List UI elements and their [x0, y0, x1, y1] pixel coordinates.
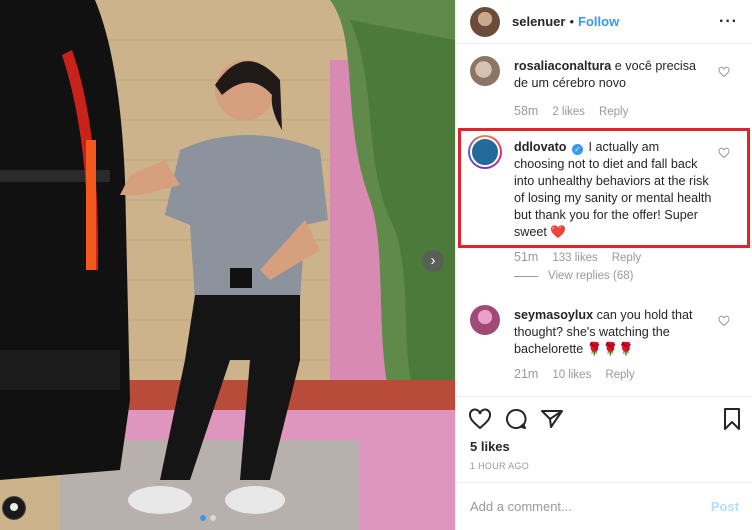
- more-options-icon[interactable]: ···: [719, 13, 738, 31]
- avatar[interactable]: [470, 305, 500, 335]
- comment-icon[interactable]: [504, 407, 528, 431]
- rose-emoji: 🌹🌹🌹: [586, 342, 634, 356]
- add-comment-input[interactable]: Add a comment...: [470, 499, 572, 514]
- tagged-user-icon[interactable]: [2, 496, 26, 520]
- bookmark-icon[interactable]: [720, 407, 744, 431]
- comment-text: seymasoylux can you hold that thought? s…: [514, 307, 712, 358]
- comment-time: 21m: [514, 367, 539, 381]
- avatar[interactable]: [470, 56, 500, 86]
- view-replies-button[interactable]: View replies (68): [514, 270, 633, 282]
- post-comment-button[interactable]: Post: [711, 499, 739, 514]
- highlight-box: [458, 128, 750, 248]
- carousel-dot: [210, 515, 216, 521]
- reply-button[interactable]: Reply: [605, 369, 634, 381]
- chevron-right-icon[interactable]: ›: [422, 250, 444, 272]
- comment-time: 51m: [514, 250, 539, 264]
- carousel-dots: [200, 515, 216, 521]
- add-comment-bar: Add a comment... Post: [456, 482, 752, 530]
- post-timestamp: 1 HOUR AGO: [470, 461, 530, 471]
- comment-text: rosaliaconaltura e você precisa de um cé…: [514, 58, 712, 92]
- heart-icon[interactable]: [468, 407, 492, 431]
- avatar[interactable]: [470, 6, 500, 37]
- comment-likes[interactable]: 10 likes: [552, 369, 591, 381]
- separator-dot: •: [569, 14, 575, 29]
- comment-meta: 51m 133 likes Reply: [514, 250, 641, 264]
- comment-username[interactable]: rosaliaconaltura: [514, 59, 611, 73]
- reply-button[interactable]: Reply: [599, 106, 628, 118]
- comment-time: 58m: [514, 104, 539, 118]
- comment-likes[interactable]: 2 likes: [552, 106, 585, 118]
- follow-button[interactable]: Follow: [578, 14, 619, 29]
- reply-button[interactable]: Reply: [612, 252, 641, 264]
- carousel-dot: [200, 515, 206, 521]
- view-replies-label: View replies (68): [548, 270, 634, 282]
- post-actions: 5 likes 1 HOUR AGO: [456, 396, 752, 496]
- divider: [514, 275, 538, 277]
- like-comment-heart-icon[interactable]: [718, 315, 730, 327]
- author-username[interactable]: selenuer: [512, 14, 565, 29]
- share-icon[interactable]: [540, 407, 564, 431]
- comment-meta: 58m 2 likes Reply: [514, 104, 628, 118]
- photo-scene: [0, 0, 455, 530]
- comment-username[interactable]: seymasoylux: [514, 308, 593, 322]
- post-header: selenuer • Follow ···: [456, 0, 752, 44]
- like-comment-heart-icon[interactable]: [718, 66, 730, 78]
- post-likes[interactable]: 5 likes: [470, 439, 510, 454]
- comment-likes[interactable]: 133 likes: [552, 252, 597, 264]
- comment-meta: 21m 10 likes Reply: [514, 367, 635, 381]
- post-sidebar: selenuer • Follow ··· rosaliaconaltura e…: [455, 0, 752, 530]
- post-photo[interactable]: ›: [0, 0, 455, 530]
